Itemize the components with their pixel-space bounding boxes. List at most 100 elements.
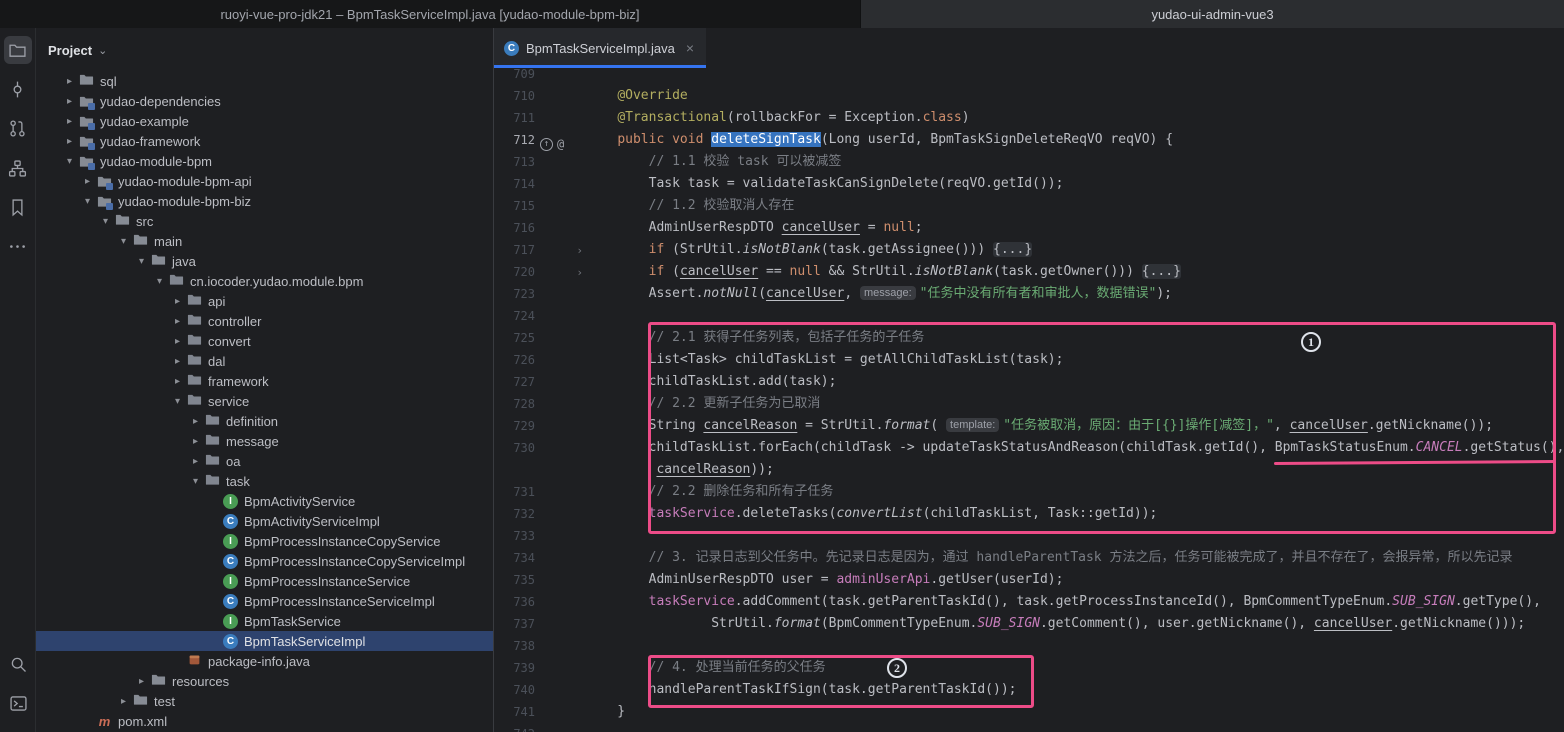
code-text[interactable]: cancelReason)); [586, 459, 774, 481]
line-number[interactable]: 711 [494, 107, 535, 129]
chevron-expanded-icon[interactable]: ▾ [97, 216, 114, 227]
gutter[interactable] [535, 173, 586, 195]
gutter[interactable] [535, 635, 586, 657]
code-text[interactable]: taskService.deleteTasks(convertList(chil… [586, 503, 1157, 525]
tree-item-service[interactable]: ▾service [36, 391, 493, 411]
code-text[interactable]: @Transactional(rollbackFor = Exception.c… [586, 107, 970, 129]
line-number[interactable]: 741 [494, 701, 535, 723]
chevron-collapsed-icon[interactable]: ▸ [79, 176, 96, 187]
chevron-expanded-icon[interactable]: ▾ [169, 396, 186, 407]
line-number[interactable]: 723 [494, 283, 535, 305]
gutter[interactable] [535, 459, 586, 481]
gutter[interactable] [535, 415, 586, 437]
line-number[interactable]: 727 [494, 371, 535, 393]
tree-item-cn-iocoder-yudao-module-bpm[interactable]: ▾cn.iocoder.yudao.module.bpm [36, 271, 493, 291]
code-text[interactable]: StrUtil.format(BpmCommentTypeEnum.SUB_SI… [586, 613, 1525, 635]
code-text[interactable]: public void deleteSignTask(Long userId, … [586, 129, 1173, 151]
code-text[interactable]: // 2.2 删除任务和所有子任务 [586, 481, 833, 503]
tree-item-bpmprocessinstanceservice[interactable]: IBpmProcessInstanceService [36, 571, 493, 591]
gutter[interactable] [535, 68, 586, 85]
tree-item-yudao-framework[interactable]: ▸yudao-framework [36, 131, 493, 151]
gutter[interactable] [535, 613, 586, 635]
line-number[interactable]: 735 [494, 569, 535, 591]
overrides-method-icon[interactable]: ↑ [540, 138, 553, 151]
code-text[interactable]: AdminUserRespDTO user = adminUserApi.get… [586, 569, 1063, 591]
project-panel-header[interactable]: Project ⌄ [48, 37, 107, 63]
gutter[interactable] [535, 349, 586, 371]
chevron-collapsed-icon[interactable]: ▸ [61, 116, 78, 127]
tree-item-yudao-example[interactable]: ▸yudao-example [36, 111, 493, 131]
chevron-collapsed-icon[interactable]: ▸ [61, 96, 78, 107]
tree-item-sql[interactable]: ▸sql [36, 71, 493, 91]
code-text[interactable]: AdminUserRespDTO cancelUser = null; [586, 217, 923, 239]
line-number[interactable]: 716 [494, 217, 535, 239]
gutter[interactable] [535, 437, 586, 459]
pull-requests-icon[interactable] [4, 114, 32, 142]
line-number[interactable]: 732 [494, 503, 535, 525]
tree-item-task[interactable]: ▾task [36, 471, 493, 491]
tree-item-bpmactivityservice[interactable]: IBpmActivityService [36, 491, 493, 511]
code-text[interactable]: childTaskList.add(task); [586, 371, 836, 393]
gutter[interactable] [535, 283, 586, 305]
line-number[interactable]: 725 [494, 327, 535, 349]
tree-item-resources[interactable]: ▸resources [36, 671, 493, 691]
tree-item-message[interactable]: ▸message [36, 431, 493, 451]
line-number[interactable]: 712 [494, 129, 535, 151]
tree-item-bpmactivityserviceimpl[interactable]: CBpmActivityServiceImpl [36, 511, 493, 531]
line-number[interactable]: 713 [494, 151, 535, 173]
tree-item-bpmtaskservice[interactable]: IBpmTaskService [36, 611, 493, 631]
tree-item-dal[interactable]: ▸dal [36, 351, 493, 371]
chevron-expanded-icon[interactable]: ▾ [187, 476, 204, 487]
code-text[interactable]: Assert.notNull(cancelUser, message:"任务中没… [586, 283, 1172, 305]
code-text[interactable]: // 1.1 校验 task 可以被减签 [586, 151, 841, 173]
tree-item-yudao-module-bpm-biz[interactable]: ▾yudao-module-bpm-biz [36, 191, 493, 211]
chevron-collapsed-icon[interactable]: ▸ [187, 416, 204, 427]
chevron-collapsed-icon[interactable]: ▸ [169, 316, 186, 327]
tree-item-oa[interactable]: ▸oa [36, 451, 493, 471]
line-number[interactable]: 728 [494, 393, 535, 415]
tab-bpmtaskserviceimpl[interactable]: C BpmTaskServiceImpl.java × [494, 28, 706, 68]
tree-item-yudao-dependencies[interactable]: ▸yudao-dependencies [36, 91, 493, 111]
tree-item-bpmprocessinstancecopyservice[interactable]: IBpmProcessInstanceCopyService [36, 531, 493, 551]
chevron-collapsed-icon[interactable]: ▸ [61, 76, 78, 87]
line-number[interactable]: 738 [494, 635, 535, 657]
gutter[interactable] [535, 481, 586, 503]
chevron-expanded-icon[interactable]: ▾ [115, 236, 132, 247]
line-number[interactable]: 726 [494, 349, 535, 371]
gutter[interactable] [535, 195, 586, 217]
tree-item-controller[interactable]: ▸controller [36, 311, 493, 331]
gutter[interactable] [535, 547, 586, 569]
fold-chevron-icon[interactable]: › [576, 240, 583, 262]
gutter[interactable] [535, 107, 586, 129]
bookmarks-icon[interactable] [4, 193, 32, 221]
line-number[interactable]: 714 [494, 173, 535, 195]
chevron-collapsed-icon[interactable]: ▸ [169, 376, 186, 387]
line-number[interactable]: 734 [494, 547, 535, 569]
code-text[interactable]: // 2.1 获得子任务列表，包括子任务的子任务 [586, 327, 924, 349]
gutter[interactable] [535, 217, 586, 239]
code-text[interactable]: // 2.2 更新子任务为已取消 [586, 393, 820, 415]
project-icon[interactable] [4, 36, 32, 64]
line-number[interactable]: 730 [494, 437, 535, 459]
chevron-collapsed-icon[interactable]: ▸ [169, 356, 186, 367]
gutter[interactable] [535, 591, 586, 613]
tree-item-definition[interactable]: ▸definition [36, 411, 493, 431]
gutter[interactable] [535, 679, 586, 701]
commit-icon[interactable] [4, 75, 32, 103]
line-number[interactable]: 731 [494, 481, 535, 503]
code-text[interactable]: if (StrUtil.isNotBlank(task.getAssignee(… [586, 239, 1032, 261]
gutter[interactable] [535, 657, 586, 679]
tree-item-pom-xml[interactable]: mpom.xml [36, 711, 493, 731]
gutter[interactable] [535, 503, 586, 525]
structure-icon[interactable] [4, 154, 32, 182]
close-icon[interactable]: × [686, 40, 694, 56]
tree-item-main[interactable]: ▾main [36, 231, 493, 251]
tree-item-bpmprocessinstanceserviceimpl[interactable]: CBpmProcessInstanceServiceImpl [36, 591, 493, 611]
chevron-expanded-icon[interactable]: ▾ [151, 276, 168, 287]
tree-item-api[interactable]: ▸api [36, 291, 493, 311]
line-number[interactable] [494, 459, 535, 481]
chevron-expanded-icon[interactable]: ▾ [79, 196, 96, 207]
chevron-collapsed-icon[interactable]: ▸ [187, 436, 204, 447]
code-text[interactable]: } [586, 701, 625, 723]
chevron-expanded-icon[interactable]: ▾ [61, 156, 78, 167]
